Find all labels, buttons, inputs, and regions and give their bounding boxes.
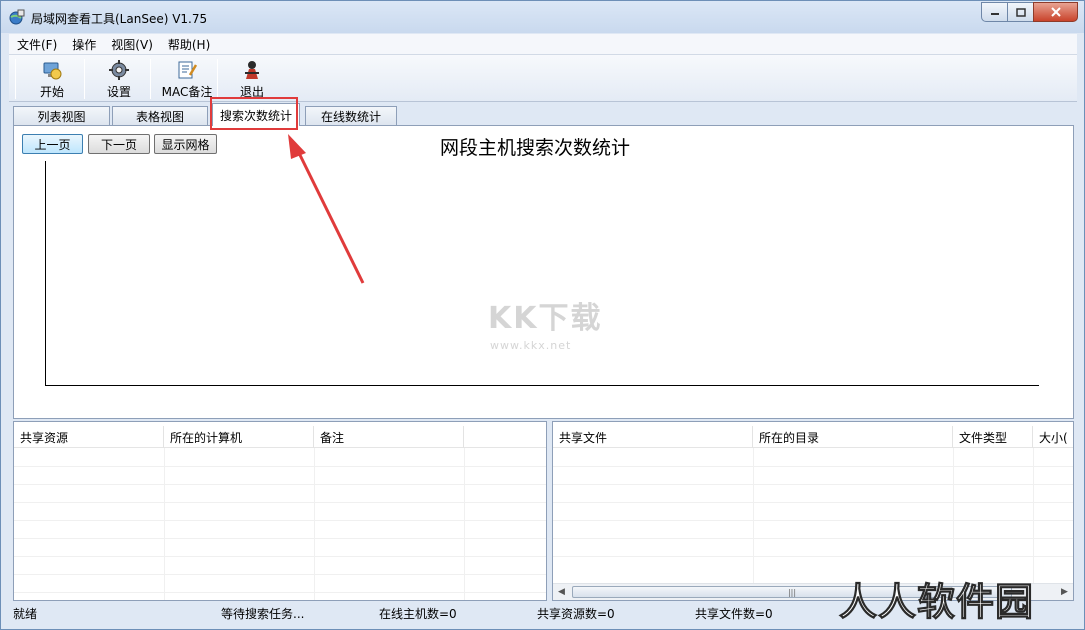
annotation-highlight-box bbox=[210, 97, 298, 130]
column-header-size[interactable]: 大小( bbox=[1033, 426, 1073, 448]
app-window: 局域网查看工具(LanSee) V1.75 文件(F) 操作 视图(V) 帮助(… bbox=[0, 0, 1085, 630]
view-tabs: 列表视图 表格视图 搜索次数统计 在线数统计 bbox=[9, 103, 1077, 126]
toolbar-separator bbox=[84, 59, 85, 99]
menu-help[interactable]: 帮助(H) bbox=[160, 36, 217, 53]
tab-table-view[interactable]: 表格视图 bbox=[112, 106, 208, 125]
mac-note-icon bbox=[178, 61, 198, 79]
window-title: 局域网查看工具(LanSee) V1.75 bbox=[31, 12, 208, 26]
maximize-button[interactable] bbox=[1007, 2, 1034, 22]
corner-watermark: 人人软件园 bbox=[838, 580, 1035, 625]
chart-x-axis bbox=[45, 385, 1039, 386]
exit-button[interactable]: 退出 bbox=[233, 59, 271, 101]
close-icon bbox=[1050, 7, 1061, 17]
title-bar[interactable]: 局域网查看工具(LanSee) V1.75 bbox=[1, 1, 1084, 33]
tab-list-view[interactable]: 列表视图 bbox=[13, 106, 110, 125]
column-header-computer[interactable]: 所在的计算机 bbox=[164, 426, 314, 448]
column-header-file-type[interactable]: 文件类型 bbox=[953, 426, 1033, 448]
column-header-shared-file[interactable]: 共享文件 bbox=[553, 426, 753, 448]
start-button[interactable]: 开始 bbox=[33, 59, 71, 101]
mac-note-label: MAC备注 bbox=[161, 85, 213, 99]
shares-list[interactable]: 共享资源 所在的计算机 备注 bbox=[13, 421, 547, 601]
maximize-icon bbox=[1015, 7, 1026, 17]
app-globe-icon bbox=[9, 9, 25, 25]
status-shared-resources: 共享资源数=0 bbox=[537, 607, 615, 621]
shares-list-header: 共享资源 所在的计算机 备注 bbox=[14, 426, 546, 448]
menu-file[interactable]: 文件(F) bbox=[9, 36, 64, 53]
column-header-share-resource[interactable]: 共享资源 bbox=[14, 426, 164, 448]
settings-icon bbox=[109, 60, 129, 80]
column-header-directory[interactable]: 所在的目录 bbox=[753, 426, 953, 448]
toolbar-separator bbox=[15, 59, 16, 99]
files-list-header: 共享文件 所在的目录 文件类型 大小( bbox=[553, 426, 1073, 448]
mac-note-button[interactable]: MAC备注 bbox=[159, 59, 215, 101]
window-controls bbox=[981, 2, 1078, 22]
toolbar-separator bbox=[217, 59, 218, 99]
toolbar: 开始 设置 MAC备注 退出 bbox=[9, 54, 1077, 102]
status-online-hosts: 在线主机数=0 bbox=[379, 607, 457, 621]
exit-icon bbox=[245, 61, 259, 79]
menu-view[interactable]: 视图(V) bbox=[103, 36, 160, 53]
menu-bar: 文件(F) 操作 视图(V) 帮助(H) bbox=[9, 34, 1077, 54]
chart-y-axis bbox=[45, 161, 46, 386]
status-shared-files: 共享文件数=0 bbox=[695, 607, 773, 621]
toolbar-separator bbox=[150, 59, 151, 99]
minimize-button[interactable] bbox=[981, 2, 1008, 22]
start-icon bbox=[43, 62, 62, 80]
watermark-main: KK下载 bbox=[488, 301, 603, 336]
next-page-button[interactable]: 下一页 bbox=[88, 134, 150, 154]
menu-operate[interactable]: 操作 bbox=[64, 36, 103, 53]
close-button[interactable] bbox=[1033, 2, 1078, 22]
start-label: 开始 bbox=[39, 85, 64, 99]
prev-page-button[interactable]: 上一页 bbox=[22, 134, 83, 154]
settings-label: 设置 bbox=[106, 85, 131, 99]
tab-online-stats[interactable]: 在线数统计 bbox=[305, 106, 397, 125]
kk-watermark: KK下载 www.kkx.net bbox=[488, 293, 603, 352]
settings-button[interactable]: 设置 bbox=[100, 59, 138, 101]
scroll-left-icon[interactable]: ◀ bbox=[553, 584, 570, 600]
scroll-right-icon[interactable]: ▶ bbox=[1056, 584, 1073, 600]
watermark-url: www.kkx.net bbox=[490, 339, 572, 352]
column-header-note[interactable]: 备注 bbox=[314, 426, 464, 448]
chart-panel: 上一页 下一页 显示网格 网段主机搜索次数统计 bbox=[13, 125, 1074, 419]
show-grid-button[interactable]: 显示网格 bbox=[154, 134, 217, 154]
status-ready: 就绪 bbox=[13, 607, 38, 621]
chart-title: 网段主机搜索次数统计 bbox=[440, 137, 631, 159]
status-task: 等待搜索任务... bbox=[221, 607, 305, 621]
minimize-icon bbox=[990, 13, 999, 15]
